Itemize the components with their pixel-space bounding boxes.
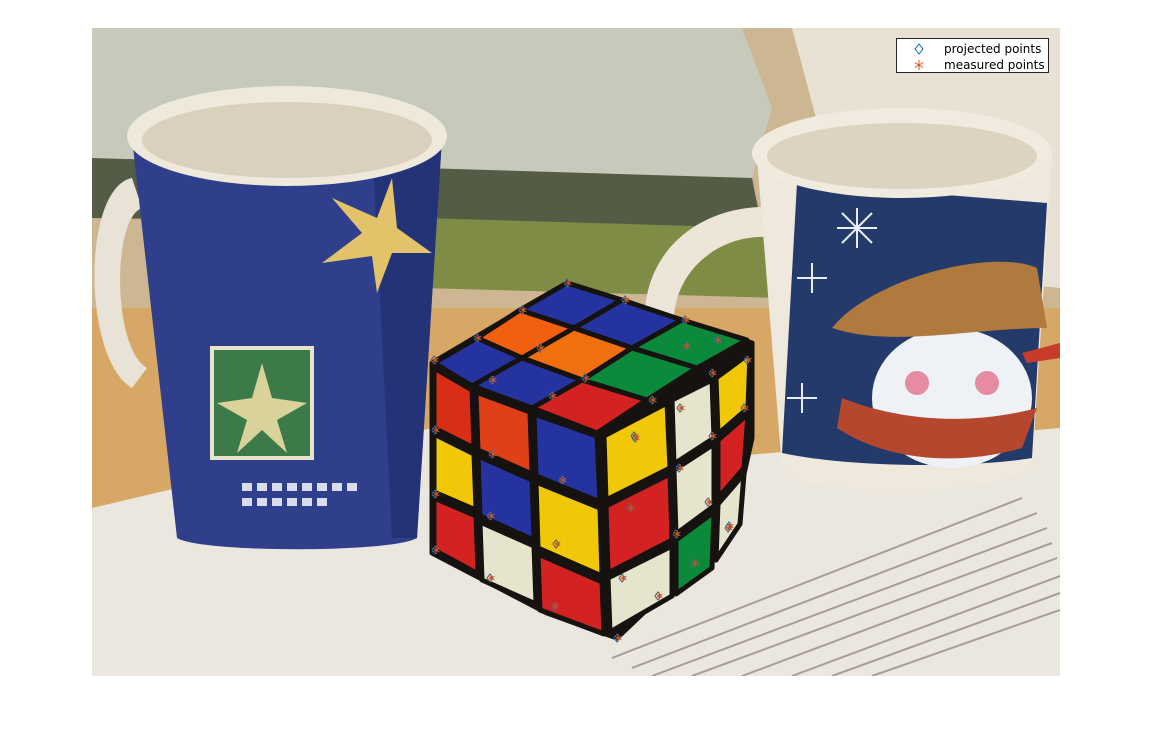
diamond-marker-icon <box>914 43 924 55</box>
snowman-cheek-left <box>905 371 929 395</box>
legend-label-measured: measured points <box>944 58 1045 72</box>
asterisk-marker-icon <box>914 60 924 70</box>
legend: projected points measured points <box>896 38 1049 73</box>
legend-entry-measured: measured points <box>897 57 1048 73</box>
mug-right-inside <box>767 123 1037 189</box>
mug-left-inside <box>142 102 432 178</box>
figure: projected points measured points <box>0 0 1154 739</box>
legend-label-projected: projected points <box>944 42 1042 56</box>
snowman-cheek-right <box>975 371 999 395</box>
legend-entry-projected: projected points <box>897 41 1048 57</box>
photo <box>92 28 1060 676</box>
